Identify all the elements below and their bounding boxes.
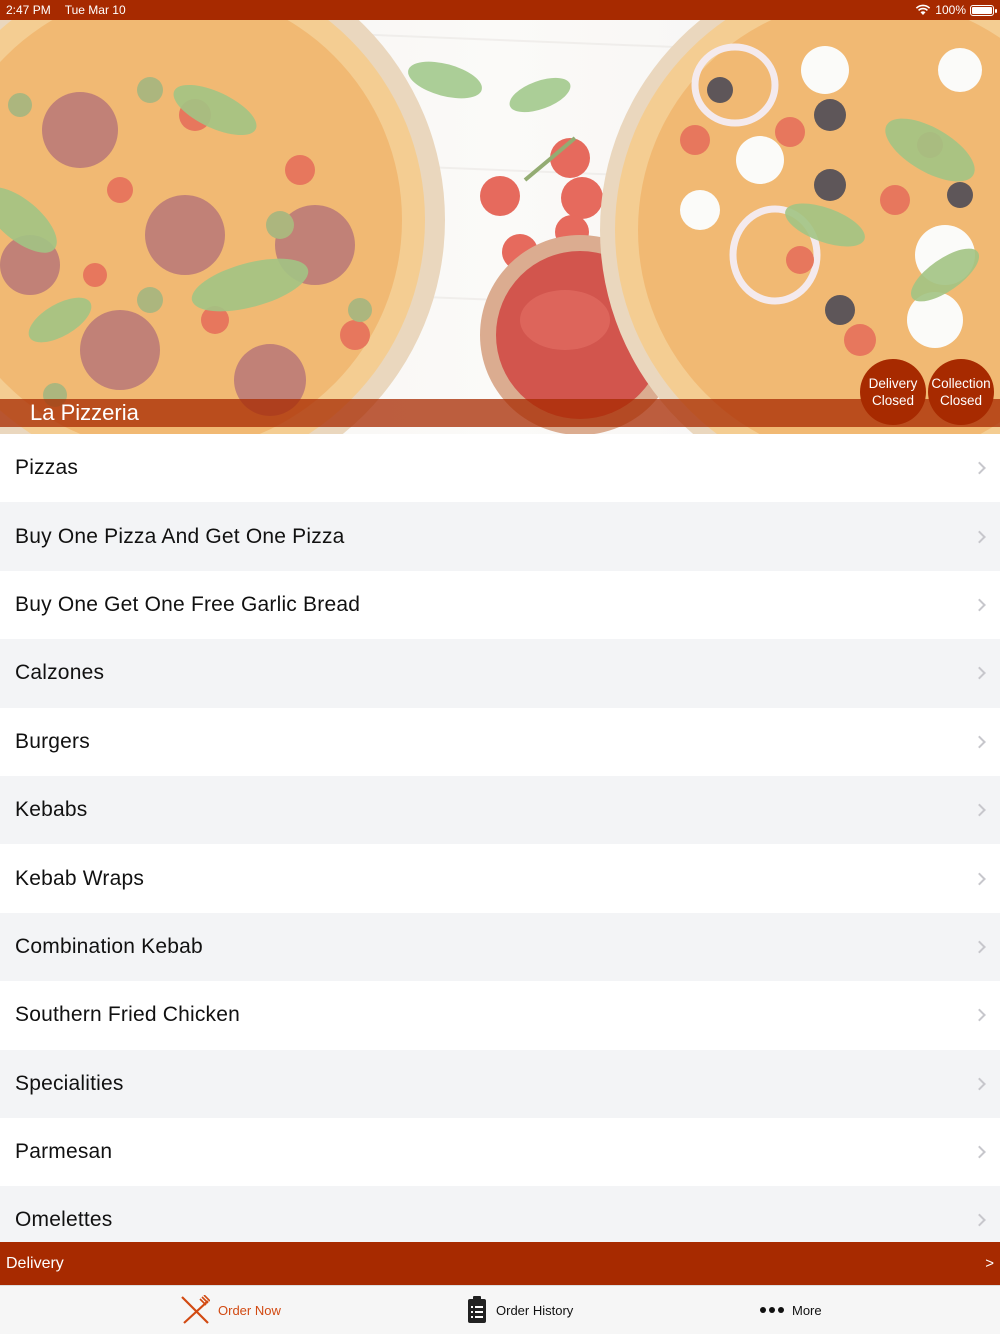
chevron-right-icon xyxy=(973,803,986,817)
battery-icon xyxy=(970,4,997,16)
pizza-hero-image xyxy=(0,20,1000,434)
menu-category-southern-fried-chicken[interactable]: Southern Fried Chicken xyxy=(0,981,1000,1050)
chevron-right-icon xyxy=(973,666,986,680)
collection-status-badge: Collection Closed xyxy=(928,359,994,425)
tab-bar: Order Now Order History More xyxy=(0,1285,1000,1334)
chevron-right-icon xyxy=(973,872,986,885)
battery-percent: 100% xyxy=(935,3,966,17)
menu-category-buy-one-pizza[interactable]: Buy One Pizza And Get One Pizza xyxy=(0,502,1000,571)
status-date: Tue Mar 10 xyxy=(64,3,126,17)
chevron-right-icon xyxy=(973,735,986,749)
tab-order-history[interactable]: Order History xyxy=(466,1294,573,1326)
tab-more[interactable]: More xyxy=(760,1294,822,1326)
tab-more-label: More xyxy=(792,1302,822,1318)
chevron-right-icon xyxy=(973,1077,986,1091)
chevron-right-icon xyxy=(973,530,986,543)
tab-order-now-label: Order Now xyxy=(218,1302,281,1318)
restaurant-name: La Pizzeria xyxy=(30,400,139,425)
delivery-mode-bar[interactable]: Delivery > xyxy=(0,1242,1000,1285)
menu-category-pizzas[interactable]: Pizzas xyxy=(0,434,1000,503)
menu-category-kebab-wraps[interactable]: Kebab Wraps xyxy=(0,844,1000,913)
menu-category-combination-kebab[interactable]: Combination Kebab xyxy=(0,912,1000,982)
chevron-right-icon xyxy=(973,1145,986,1159)
hero-banner: La Pizzeria Delivery Closed Collection C… xyxy=(0,20,1000,434)
clipboard-list-icon xyxy=(468,1296,486,1323)
chevron-right-icon xyxy=(973,1008,986,1022)
fork-knife-icon xyxy=(181,1295,210,1324)
hero-title-bar xyxy=(0,399,1000,427)
delivery-mode-label: Delivery xyxy=(6,1254,64,1272)
tab-order-now[interactable]: Order Now xyxy=(180,1294,281,1326)
chevron-right-icon xyxy=(973,598,986,612)
delivery-status-badge: Delivery Closed xyxy=(860,359,926,425)
more-dots-icon xyxy=(760,1307,784,1313)
status-bar: 2:47 PM Tue Mar 10 100% xyxy=(0,0,1000,20)
menu-category-specialities[interactable]: Specialities xyxy=(0,1049,1000,1118)
delivery-mode-arrow: > xyxy=(985,1255,994,1272)
menu-category-garlic-bread[interactable]: Buy One Get One Free Garlic Bread xyxy=(0,570,1000,640)
tab-order-history-label: Order History xyxy=(496,1302,574,1318)
menu-category-calzones[interactable]: Calzones xyxy=(0,639,1000,708)
status-time: 2:47 PM xyxy=(6,3,51,17)
menu-category-burgers[interactable]: Burgers xyxy=(0,707,1000,776)
chevron-right-icon xyxy=(973,461,986,475)
chevron-right-icon xyxy=(973,1214,986,1227)
chevron-right-icon xyxy=(973,940,986,954)
menu-category-parmesan[interactable]: Parmesan xyxy=(0,1117,1000,1187)
menu-category-list[interactable]: Pizzas Buy One Pizza And Get One Pizza B… xyxy=(0,434,1000,1242)
menu-category-kebabs[interactable]: Kebabs xyxy=(0,775,1000,845)
wifi-icon xyxy=(916,4,931,15)
menu-category-omelettes[interactable]: Omelettes xyxy=(0,1186,1000,1242)
